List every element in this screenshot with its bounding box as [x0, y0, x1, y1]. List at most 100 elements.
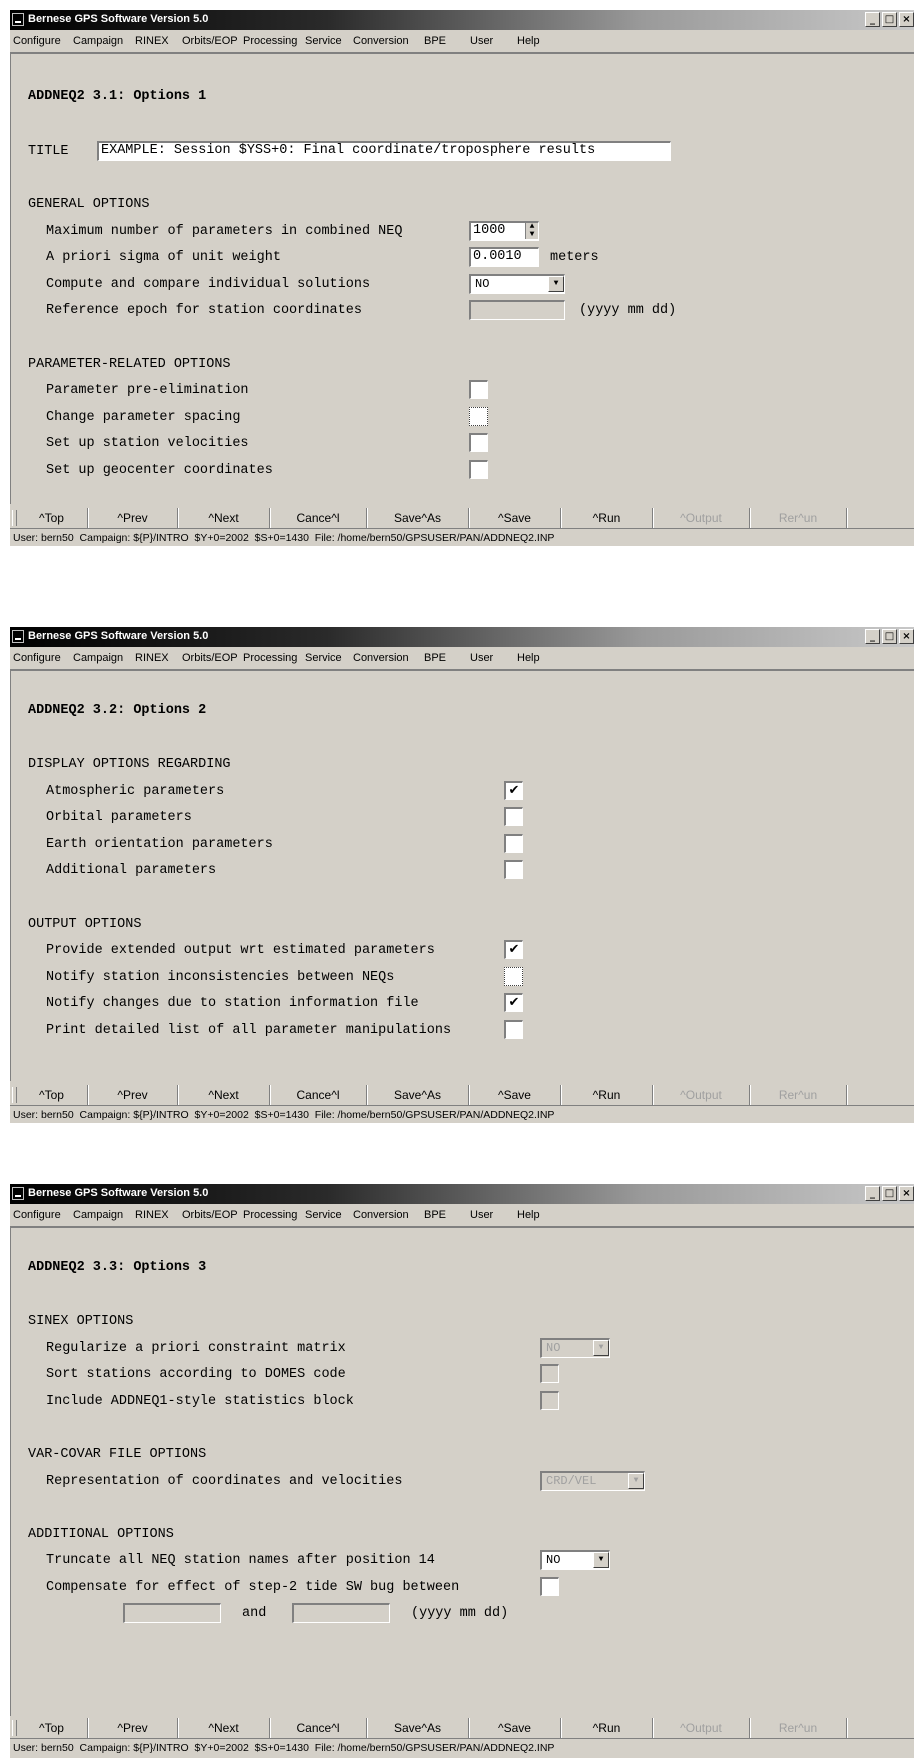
orbital-checkbox[interactable] — [504, 807, 523, 826]
menu-bar: Configure Campaign RINEX Orbits/EOP Proc… — [10, 647, 914, 670]
window-title: Bernese GPS Software Version 5.0 — [28, 630, 209, 642]
rerun-button: Rer^un — [750, 1718, 847, 1738]
save-button[interactable]: ^Save — [469, 1718, 561, 1738]
top-button[interactable]: ^Top — [16, 1085, 88, 1105]
prev-button[interactable]: ^Prev — [88, 1718, 178, 1738]
chevron-down-icon[interactable]: ▼ — [593, 1552, 609, 1568]
chevron-down-icon: ▼ — [628, 1473, 644, 1489]
menu-conversion[interactable]: Conversion — [353, 1209, 409, 1221]
minimize-icon[interactable]: _ — [865, 1186, 880, 1201]
menu-configure[interactable]: Configure — [13, 1209, 61, 1221]
velocities-checkbox[interactable] — [469, 433, 488, 452]
prev-button[interactable]: ^Prev — [88, 1085, 178, 1105]
menu-orbits-eop[interactable]: Orbits/EOP — [182, 35, 238, 47]
menu-campaign[interactable]: Campaign — [73, 35, 123, 47]
notify-inconsistencies-checkbox[interactable] — [504, 967, 523, 986]
menu-help[interactable]: Help — [517, 35, 540, 47]
save-as-button[interactable]: Save^As — [367, 1085, 469, 1105]
save-button[interactable]: ^Save — [469, 508, 561, 528]
save-button[interactable]: ^Save — [469, 1085, 561, 1105]
menu-service[interactable]: Service — [305, 652, 342, 664]
maximize-icon[interactable]: □ — [882, 629, 897, 644]
close-icon[interactable]: × — [899, 12, 914, 27]
menu-bpe[interactable]: BPE — [424, 35, 446, 47]
output-button: ^Output — [653, 508, 750, 528]
minimize-icon[interactable]: _ — [865, 12, 880, 27]
menu-user[interactable]: User — [470, 1209, 493, 1221]
menu-orbits-eop[interactable]: Orbits/EOP — [182, 652, 238, 664]
sigma-input[interactable]: 0.0010 — [469, 247, 539, 267]
menu-user[interactable]: User — [470, 652, 493, 664]
compensate-checkbox[interactable] — [540, 1577, 559, 1596]
menu-help[interactable]: Help — [517, 1209, 540, 1221]
minimize-icon[interactable]: _ — [865, 629, 880, 644]
earth-orientation-label: Earth orientation parameters — [46, 837, 273, 852]
output-button: ^Output — [653, 1085, 750, 1105]
print-manipulations-checkbox[interactable] — [504, 1020, 523, 1039]
system-menu-icon[interactable] — [12, 13, 24, 26]
additional-params-checkbox[interactable] — [504, 860, 523, 879]
system-menu-icon[interactable] — [12, 630, 24, 643]
cancel-button[interactable]: Cance^l — [270, 1718, 367, 1738]
menu-processing[interactable]: Processing — [243, 1209, 297, 1221]
max-params-spinbox[interactable]: 1000 ▲ ▼ — [469, 221, 539, 241]
maximize-icon[interactable]: □ — [882, 1186, 897, 1201]
atmospheric-checkbox[interactable]: ✔ — [504, 781, 523, 800]
run-button[interactable]: ^Run — [561, 1085, 653, 1105]
geocenter-checkbox[interactable] — [469, 460, 488, 479]
menu-bpe[interactable]: BPE — [424, 652, 446, 664]
status-bar: User: bern50 Campaign: ${P}/INTRO $Y+0=2… — [10, 528, 914, 546]
window-title: Bernese GPS Software Version 5.0 — [28, 13, 209, 25]
next-button[interactable]: ^Next — [178, 508, 270, 528]
save-as-button[interactable]: Save^As — [367, 508, 469, 528]
spinner-arrows-icon[interactable]: ▲ ▼ — [525, 223, 538, 239]
menu-user[interactable]: User — [470, 35, 493, 47]
title-bar[interactable]: Bernese GPS Software Version 5.0 _ □ × — [10, 1184, 914, 1204]
menu-rinex[interactable]: RINEX — [135, 652, 169, 664]
title-bar[interactable]: Bernese GPS Software Version 5.0 _ □ × — [10, 627, 914, 647]
pre-elim-checkbox[interactable] — [469, 380, 488, 399]
menu-service[interactable]: Service — [305, 35, 342, 47]
run-button[interactable]: ^Run — [561, 508, 653, 528]
menu-help[interactable]: Help — [517, 652, 540, 664]
status-bar: User: bern50 Campaign: ${P}/INTRO $Y+0=2… — [10, 1738, 914, 1757]
earth-orientation-checkbox[interactable] — [504, 834, 523, 853]
top-button[interactable]: ^Top — [16, 508, 88, 528]
cancel-button[interactable]: Cance^l — [270, 1085, 367, 1105]
cancel-button[interactable]: Cance^l — [270, 508, 367, 528]
menu-rinex[interactable]: RINEX — [135, 1209, 169, 1221]
save-as-button[interactable]: Save^As — [367, 1718, 469, 1738]
menu-service[interactable]: Service — [305, 1209, 342, 1221]
notify-changes-checkbox[interactable]: ✔ — [504, 993, 523, 1012]
spacing-checkbox[interactable] — [469, 407, 488, 426]
maximize-icon[interactable]: □ — [882, 12, 897, 27]
regularize-label: Regularize a priori constraint matrix — [46, 1341, 346, 1356]
title-bar[interactable]: Bernese GPS Software Version 5.0 _ □ × — [10, 10, 914, 30]
menu-conversion[interactable]: Conversion — [353, 652, 409, 664]
next-button[interactable]: ^Next — [178, 1718, 270, 1738]
close-icon[interactable]: × — [899, 629, 914, 644]
prev-button[interactable]: ^Prev — [88, 508, 178, 528]
menu-configure[interactable]: Configure — [13, 35, 61, 47]
menu-configure[interactable]: Configure — [13, 652, 61, 664]
system-menu-icon[interactable] — [12, 1187, 24, 1200]
run-button[interactable]: ^Run — [561, 1718, 653, 1738]
menu-campaign[interactable]: Campaign — [73, 1209, 123, 1221]
extended-output-checkbox[interactable]: ✔ — [504, 940, 523, 959]
menu-processing[interactable]: Processing — [243, 652, 297, 664]
date-from-input — [123, 1603, 221, 1623]
menu-conversion[interactable]: Conversion — [353, 35, 409, 47]
close-icon[interactable]: × — [899, 1186, 914, 1201]
menu-processing[interactable]: Processing — [243, 35, 297, 47]
menu-orbits-eop[interactable]: Orbits/EOP — [182, 1209, 238, 1221]
menu-campaign[interactable]: Campaign — [73, 652, 123, 664]
top-button[interactable]: ^Top — [16, 1718, 88, 1738]
menu-bpe[interactable]: BPE — [424, 1209, 446, 1221]
next-button[interactable]: ^Next — [178, 1085, 270, 1105]
title-input[interactable]: EXAMPLE: Session $YSS+0: Final coordinat… — [97, 141, 671, 161]
truncate-select[interactable]: NO ▼ — [540, 1550, 610, 1570]
menu-rinex[interactable]: RINEX — [135, 35, 169, 47]
section-varcovar: VAR-COVAR FILE OPTIONS — [28, 1447, 207, 1462]
compare-select[interactable]: NO ▼ — [469, 274, 565, 294]
chevron-down-icon[interactable]: ▼ — [548, 276, 564, 292]
